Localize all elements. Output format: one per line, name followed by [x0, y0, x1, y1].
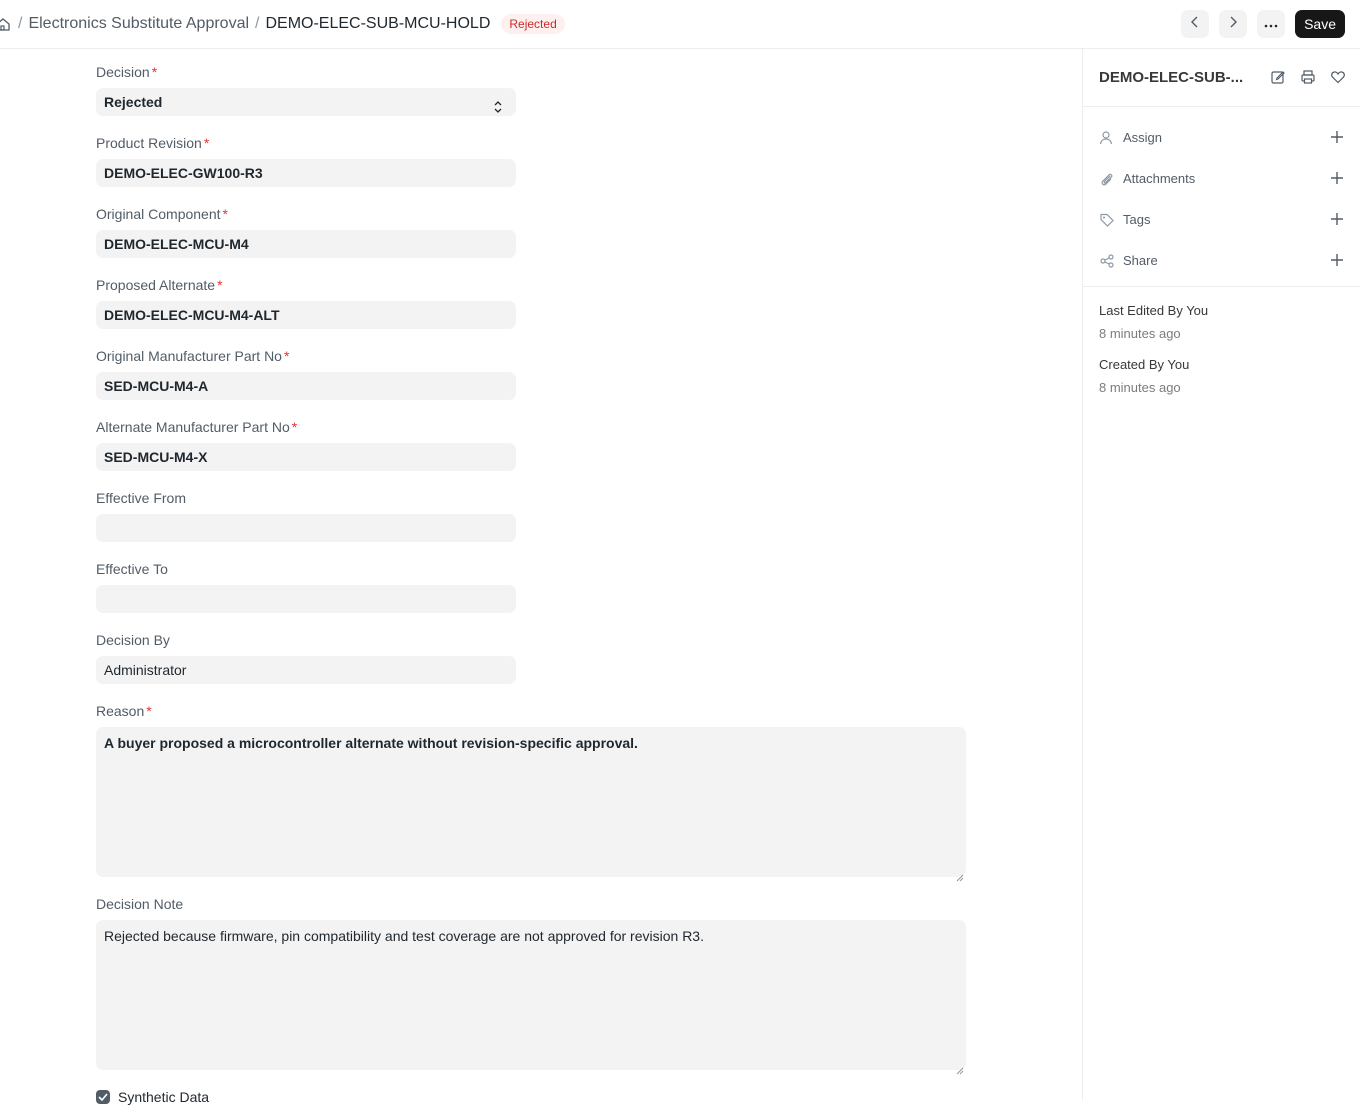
sidebar-item-tags[interactable]: Tags	[1083, 199, 1360, 240]
sidebar-item-label: Share	[1123, 253, 1158, 268]
created-time: 8 minutes ago	[1099, 380, 1181, 395]
field-label: Proposed Alternate *	[96, 277, 223, 293]
heart-icon[interactable]	[1330, 69, 1346, 90]
next-doc-button[interactable]	[1219, 10, 1248, 38]
sidebar-item-label: Assign	[1123, 130, 1163, 145]
plus-icon[interactable]	[1330, 171, 1344, 185]
doc-activity-meta: Last Edited By You 8 minutes ago Created…	[1083, 287, 1360, 400]
reason-field: Reason * A buyer proposed a microcontroll…	[96, 701, 966, 882]
synthetic-data-field: Synthetic Data	[96, 1089, 209, 1105]
decision-by-input[interactable]: Administrator	[96, 656, 516, 684]
original-mpn-input[interactable]: SED-MCU-M4-A	[96, 372, 516, 400]
print-icon[interactable]	[1300, 69, 1316, 90]
share-icon	[1099, 253, 1115, 269]
decision-field: Decision * Rejected	[96, 62, 516, 116]
save-button[interactable]: Save	[1295, 10, 1345, 38]
sidebar-item-label: Tags	[1123, 212, 1151, 227]
alternate-mpn-input[interactable]: SED-MCU-M4-X	[96, 443, 516, 471]
resize-grip-icon[interactable]	[956, 1060, 964, 1075]
decision-select[interactable]: Rejected	[96, 88, 516, 116]
breadcrumb-separator: /	[18, 15, 23, 32]
original-mpn-field: Original Manufacturer Part No * SED-MCU-M…	[96, 346, 516, 400]
breadcrumb: / Electronics Substitute Approval / DEMO…	[0, 0, 565, 48]
sidebar-header: DEMO-ELEC-SUB-...	[1083, 49, 1360, 107]
proposed-alternate-input[interactable]: DEMO-ELEC-MCU-M4-ALT	[96, 301, 516, 329]
original-component-input[interactable]: DEMO-ELEC-MCU-M4	[96, 230, 516, 258]
plus-icon[interactable]	[1330, 253, 1344, 267]
sidebar-actions: Assign Attachments Tags Share	[1083, 107, 1360, 287]
field-label: Original Manufacturer Part No *	[96, 348, 290, 364]
sidebar-item-label: Attachments	[1123, 171, 1196, 186]
synthetic-data-checkbox[interactable]	[96, 1090, 110, 1104]
more-actions-button[interactable]	[1257, 10, 1286, 38]
decision-note-textarea[interactable]: Rejected because firmware, pin compatibi…	[96, 920, 966, 1075]
synthetic-data-label: Synthetic Data	[118, 1089, 210, 1105]
field-label: Reason *	[96, 703, 152, 719]
proposed-alternate-field: Proposed Alternate * DEMO-ELEC-MCU-M4-ALT	[96, 275, 516, 329]
field-label: Alternate Manufacturer Part No *	[96, 419, 298, 435]
field-label: Decision By	[96, 632, 170, 648]
decision-note-field: Decision Note Rejected because firmware,…	[96, 894, 966, 1075]
sidebar-item-share[interactable]: Share	[1083, 240, 1360, 281]
breadcrumb-separator: /	[255, 15, 260, 32]
status-badge: Rejected	[501, 14, 565, 34]
field-label: Original Component *	[96, 206, 228, 222]
plus-icon[interactable]	[1330, 212, 1344, 226]
ellipsis-icon	[1264, 15, 1278, 33]
product-revision-input[interactable]: DEMO-ELEC-GW100-R3	[96, 159, 516, 187]
field-label: Product Revision *	[96, 135, 210, 151]
reason-text: A buyer proposed a microcontroller alter…	[104, 735, 638, 751]
effective-from-input[interactable]	[96, 514, 516, 542]
breadcrumb-parent-link[interactable]: Electronics Substitute Approval	[28, 15, 249, 33]
alternate-mpn-field: Alternate Manufacturer Part No * SED-MCU-…	[96, 417, 516, 471]
sidebar-doc-title: DEMO-ELEC-SUB-...	[1099, 69, 1244, 86]
field-label: Decision *	[96, 64, 158, 80]
original-component-field: Original Component * DEMO-ELEC-MCU-M4	[96, 204, 516, 258]
reason-textarea[interactable]: A buyer proposed a microcontroller alter…	[96, 727, 966, 882]
effective-to-input[interactable]	[96, 585, 516, 613]
home-icon[interactable]	[0, 17, 12, 31]
chevron-left-icon	[1190, 15, 1200, 33]
field-label: Effective From	[96, 490, 186, 506]
decision-by-field: Decision By Administrator	[96, 630, 516, 684]
previous-doc-button[interactable]	[1181, 10, 1210, 38]
resize-grip-icon[interactable]	[956, 867, 964, 882]
plus-icon[interactable]	[1330, 130, 1344, 144]
page-header: / Electronics Substitute Approval / DEMO…	[0, 0, 1360, 49]
field-label: Effective To	[96, 561, 168, 577]
paperclip-icon	[1099, 171, 1115, 187]
last-edited-label: Last Edited By You	[1099, 303, 1209, 318]
last-edited-time: 8 minutes ago	[1099, 326, 1181, 341]
sidebar-item-assign[interactable]: Assign	[1083, 117, 1360, 158]
effective-from-field: Effective From	[96, 488, 516, 542]
decision-note-text: Rejected because firmware, pin compatibi…	[104, 928, 704, 944]
user-icon	[1099, 130, 1115, 146]
chevron-right-icon	[1228, 15, 1238, 33]
product-revision-field: Product Revision * DEMO-ELEC-GW100-R3	[96, 133, 516, 187]
tag-icon	[1099, 212, 1115, 228]
created-label: Created By You	[1099, 357, 1190, 372]
page-title: DEMO-ELEC-SUB-MCU-HOLD	[265, 15, 491, 32]
field-label: Decision Note	[96, 896, 184, 912]
select-chevrons-icon	[494, 95, 502, 113]
decision-value: Rejected	[104, 94, 163, 110]
effective-to-field: Effective To	[96, 559, 516, 613]
doc-sidebar: DEMO-ELEC-SUB-... Assign Attachments Tag…	[1082, 49, 1360, 1100]
sidebar-item-attachments[interactable]: Attachments	[1083, 158, 1360, 199]
edit-icon[interactable]	[1270, 69, 1286, 90]
form-area: Decision * Rejected Product Revision * DEM…	[0, 49, 1082, 1105]
